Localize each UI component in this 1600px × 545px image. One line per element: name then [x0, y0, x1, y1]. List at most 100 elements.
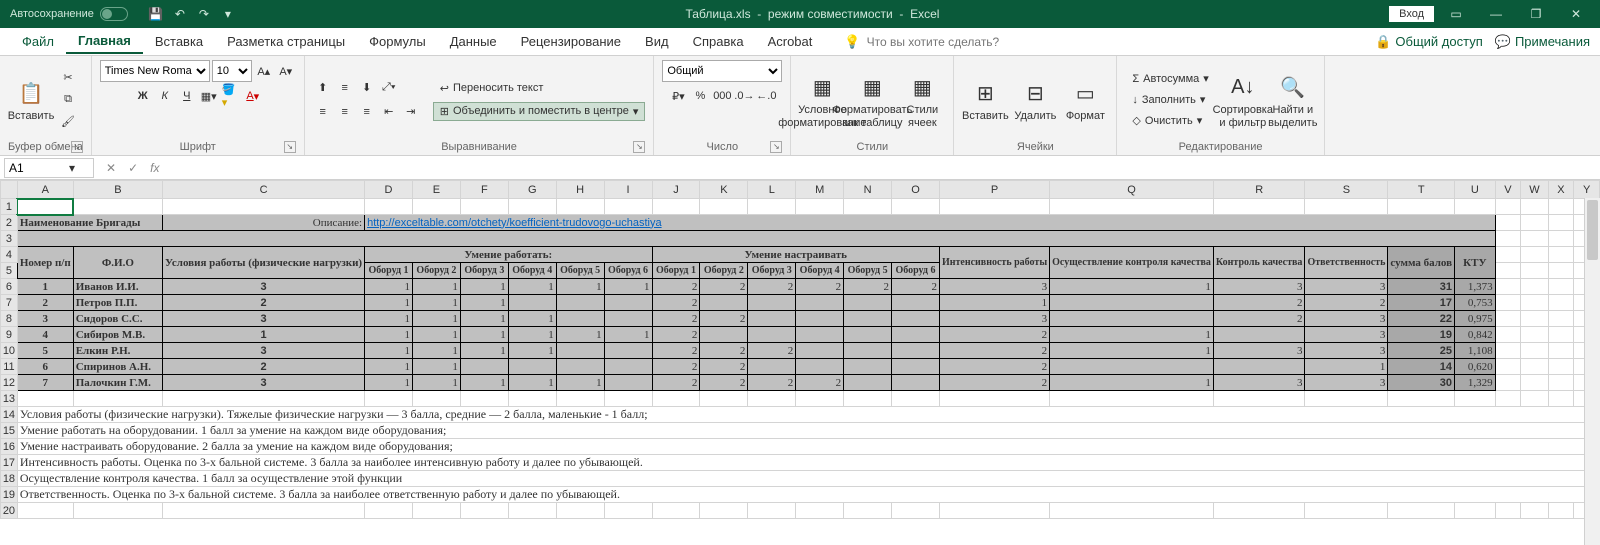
align-right-icon[interactable]: ≡ [357, 102, 377, 122]
row-header[interactable]: 10 [1, 343, 18, 359]
row-header[interactable]: 18 [1, 471, 18, 487]
cell[interactable] [939, 503, 1049, 519]
percent-icon[interactable]: % [690, 86, 710, 106]
row-header[interactable]: 16 [1, 439, 18, 455]
col-header[interactable]: G [508, 181, 556, 199]
cell[interactable] [1050, 199, 1214, 215]
cell[interactable] [652, 503, 700, 519]
cell[interactable] [508, 503, 556, 519]
autosum-button[interactable]: Σ Автосумма ▾ [1125, 69, 1215, 88]
cell[interactable] [17, 503, 73, 519]
row-header[interactable]: 11 [1, 359, 18, 375]
font-name-combo[interactable]: Times New Roma [100, 60, 210, 82]
cell[interactable] [460, 503, 508, 519]
col-header[interactable]: V [1495, 181, 1521, 199]
confirm-entry-icon[interactable]: ✓ [124, 161, 142, 175]
cell[interactable] [604, 503, 652, 519]
cell[interactable] [1548, 391, 1574, 407]
font-launcher[interactable]: ↘ [284, 141, 296, 153]
cell[interactable] [73, 503, 162, 519]
col-header[interactable]: T [1388, 181, 1455, 199]
tell-me-search[interactable]: 💡 [844, 34, 1046, 50]
tab-insert[interactable]: Вставка [143, 30, 215, 53]
merge-center-button[interactable]: ⊞ Объединить и поместить в центре ▾ [433, 102, 646, 121]
format-cells-button[interactable]: ▭Формат [1062, 65, 1108, 135]
cell[interactable] [748, 199, 796, 215]
tab-help[interactable]: Справка [681, 30, 756, 53]
cell[interactable] [1495, 391, 1521, 407]
col-header[interactable]: O [892, 181, 940, 199]
cell[interactable] [508, 391, 556, 407]
cut-icon[interactable]: ✂ [58, 68, 78, 88]
cell[interactable] [1521, 503, 1548, 519]
row-header[interactable]: 3 [1, 231, 18, 247]
col-header[interactable]: D [365, 181, 413, 199]
bold-icon[interactable]: Ж [133, 86, 153, 106]
share-button[interactable]: 🔒 Общий доступ [1375, 34, 1483, 50]
cell[interactable] [1388, 391, 1455, 407]
col-header[interactable]: Q [1050, 181, 1214, 199]
cell[interactable] [163, 503, 365, 519]
cell[interactable] [1050, 391, 1214, 407]
cell[interactable] [1050, 503, 1214, 519]
description-link[interactable]: http://exceltable.com/otchety/koefficien… [367, 217, 662, 229]
cell[interactable] [460, 199, 508, 215]
cell[interactable] [796, 503, 844, 519]
cell[interactable] [604, 199, 652, 215]
cell[interactable] [700, 391, 748, 407]
col-header[interactable]: M [796, 181, 844, 199]
cell[interactable] [892, 199, 940, 215]
cell[interactable] [1213, 503, 1305, 519]
col-header[interactable]: S [1305, 181, 1388, 199]
row-header[interactable]: 17 [1, 455, 18, 471]
cell[interactable] [73, 199, 162, 215]
col-header[interactable]: J [652, 181, 700, 199]
row-header[interactable]: 13 [1, 391, 18, 407]
cell[interactable] [1455, 199, 1496, 215]
clipboard-launcher[interactable]: ↘ [71, 141, 83, 153]
cell[interactable] [796, 391, 844, 407]
row-header[interactable]: 9 [1, 327, 18, 343]
cell[interactable] [412, 391, 460, 407]
row-header[interactable]: 8 [1, 311, 18, 327]
grow-font-icon[interactable]: A▴ [254, 61, 274, 81]
italic-icon[interactable]: К [155, 86, 175, 106]
ribbon-display-icon[interactable]: ▭ [1438, 0, 1474, 28]
cell[interactable] [556, 503, 604, 519]
row-header[interactable]: 14 [1, 407, 18, 423]
cell[interactable] [412, 199, 460, 215]
tab-view[interactable]: Вид [633, 30, 681, 53]
cell[interactable] [844, 503, 892, 519]
cell[interactable] [163, 391, 365, 407]
fx-icon[interactable]: fx [146, 161, 163, 175]
wrap-text-button[interactable]: ↩ Переносить текст [433, 79, 646, 98]
orientation-icon[interactable]: ⤢▾ [379, 78, 399, 98]
cell[interactable] [652, 199, 700, 215]
cell[interactable] [748, 391, 796, 407]
col-header[interactable]: F [460, 181, 508, 199]
tab-file[interactable]: Файл [10, 30, 66, 53]
cell[interactable] [1213, 391, 1305, 407]
cell[interactable] [163, 199, 365, 215]
number-format-combo[interactable]: Общий [662, 60, 782, 82]
cell[interactable] [508, 199, 556, 215]
sort-filter-button[interactable]: A↓Сортировка и фильтр [1220, 65, 1266, 135]
cell[interactable] [700, 503, 748, 519]
cell[interactable] [1495, 503, 1521, 519]
col-header[interactable]: K [700, 181, 748, 199]
align-launcher[interactable]: ↘ [633, 141, 645, 153]
close-icon[interactable]: ✕ [1558, 0, 1594, 28]
col-header[interactable]: L [748, 181, 796, 199]
cell[interactable] [365, 199, 413, 215]
indent-dec-icon[interactable]: ⇤ [379, 102, 399, 122]
formula-input[interactable] [171, 158, 1600, 178]
row-header[interactable]: 1 [1, 199, 18, 215]
cell[interactable] [1455, 391, 1496, 407]
row-header[interactable]: 2 [1, 215, 18, 231]
paste-button[interactable]: 📋Вставить [8, 65, 54, 135]
cell[interactable] [796, 199, 844, 215]
cell[interactable] [939, 199, 1049, 215]
col-header[interactable]: C [163, 181, 365, 199]
font-color-icon[interactable]: A▾ [243, 86, 263, 106]
cell[interactable] [1521, 391, 1548, 407]
